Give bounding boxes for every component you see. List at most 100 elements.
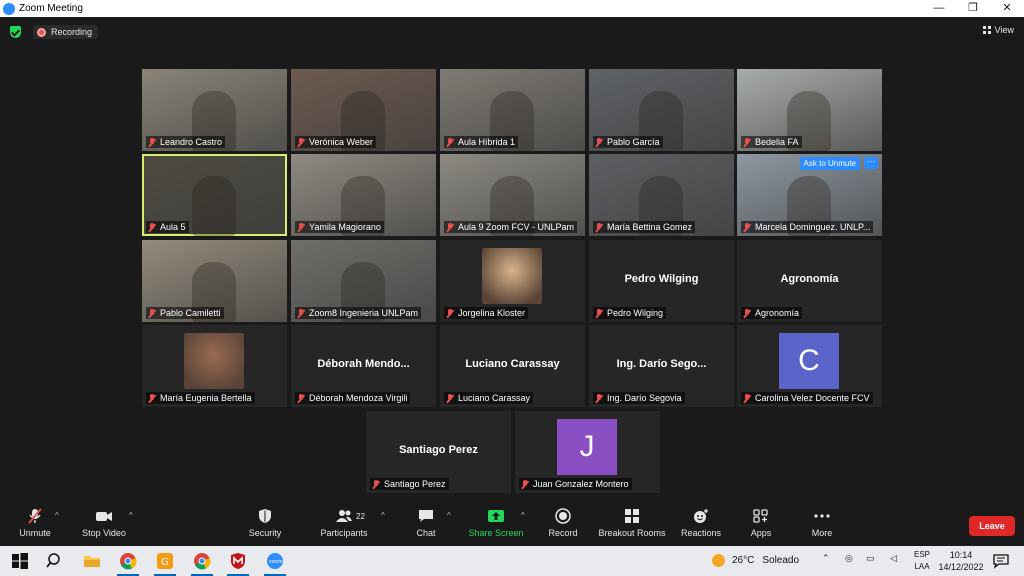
muted-mic-icon — [148, 137, 156, 147]
zoom-logo-icon — [3, 2, 15, 15]
participant-tile[interactable]: Bedelia FA — [737, 69, 882, 151]
search-icon[interactable] — [46, 552, 64, 570]
notifications-icon[interactable] — [993, 553, 1009, 569]
chat-options-chevron-icon[interactable]: ^ — [447, 511, 451, 520]
participant-tile[interactable]: Aula 5 — [142, 154, 287, 236]
participant-tile[interactable]: Zoom8 Ingenieria UNLPam — [291, 240, 436, 322]
chat-bubble-icon — [417, 508, 435, 524]
avatar-initial: C — [779, 333, 839, 389]
participant-name: Aula Híbrida 1 — [458, 137, 516, 147]
video-options-chevron-icon[interactable]: ^ — [129, 511, 133, 520]
tray-chevron-icon[interactable]: ⌃ — [822, 553, 830, 564]
participant-tile[interactable]: Déborah Mendo... Déborah Mendoza Virgili — [291, 325, 436, 407]
participant-name: Carolina Velez Docente FCV — [755, 393, 870, 403]
participant-tile[interactable]: Pedro Wilging Pedro Wilging — [589, 240, 734, 322]
participant-tile[interactable]: María Eugenia Bertella — [142, 325, 287, 407]
ask-to-unmute-button[interactable]: Ask to Unmute — [799, 157, 860, 170]
smiley-icon — [692, 508, 710, 524]
participant-name-label: Ing. Darío Segovia — [593, 392, 685, 404]
participant-tile[interactable]: Aula 9 Zoom FCV - UNLPam — [440, 154, 585, 236]
participant-name: Juan Gonzalez Montero — [533, 479, 629, 489]
leave-button[interactable]: Leave — [969, 516, 1015, 536]
participants-options-chevron-icon[interactable]: ^ — [381, 511, 385, 520]
participant-tile[interactable]: Santiago Perez Santiago Perez — [366, 411, 511, 493]
participant-name: María Bettina Gomez — [607, 222, 693, 232]
breakout-rooms-button[interactable]: Breakout Rooms — [597, 508, 667, 538]
video-camera-icon — [95, 508, 113, 524]
participant-tile[interactable]: Jorgelina Kloster — [440, 240, 585, 322]
breakout-rooms-icon — [623, 508, 641, 524]
participant-tile[interactable]: J Juan Gonzalez Montero — [515, 411, 660, 493]
muted-mic-icon — [743, 222, 751, 232]
recording-indicator[interactable]: Recording — [33, 25, 99, 39]
participant-tile[interactable]: Leandro Castro — [142, 69, 287, 151]
chrome-profile-icon[interactable] — [193, 552, 211, 570]
unmute-label: Unmute — [19, 528, 51, 538]
participant-tile[interactable]: Verónica Weber — [291, 69, 436, 151]
participant-tile[interactable]: María Bettina Gomez — [589, 154, 734, 236]
network-icon[interactable]: ◎ — [845, 553, 853, 564]
participant-name: Déborah Mendoza Virgili — [309, 393, 408, 403]
record-button[interactable]: Record — [528, 508, 598, 538]
unmute-button[interactable]: Unmute — [0, 508, 70, 538]
participant-name-label: Déborah Mendoza Virgili — [295, 392, 411, 404]
view-label: View — [994, 25, 1014, 35]
tile-more-options-button[interactable]: ··· — [864, 157, 878, 169]
participant-tile[interactable]: Pablo Camiletti — [142, 240, 287, 322]
language-indicator[interactable]: ESP LAA — [911, 549, 933, 573]
participant-tile[interactable]: Yamila Magiorano — [291, 154, 436, 236]
participant-name-label: Yamila Magiorano — [295, 221, 384, 233]
participant-name: Jorgelina Kloster — [458, 308, 526, 318]
participants-button[interactable]: Participants — [309, 508, 379, 538]
system-clock[interactable]: 10:14 14/12/2022 — [935, 549, 987, 573]
participant-name-label: Carolina Velez Docente FCV — [741, 392, 873, 404]
participant-name-label: María Eugenia Bertella — [146, 392, 255, 404]
participants-label: Participants — [320, 528, 368, 538]
view-button[interactable]: View — [982, 25, 1014, 35]
muted-mic-icon — [148, 308, 156, 318]
windows-start-icon[interactable] — [11, 552, 29, 570]
more-button[interactable]: More — [787, 508, 857, 538]
participant-name-label: Marcela Dominguez. UNLP... — [741, 221, 874, 233]
participant-name: Pedro Wilging — [607, 308, 664, 318]
svg-text:G: G — [161, 557, 169, 568]
file-explorer-icon[interactable] — [83, 552, 101, 570]
weather-temperature: 26°C — [732, 555, 755, 566]
participant-tile[interactable]: C Carolina Velez Docente FCV — [737, 325, 882, 407]
security-label: Security — [248, 528, 282, 538]
zoom-app-icon[interactable]: zoom — [266, 552, 284, 570]
security-button[interactable]: Security — [230, 508, 300, 538]
participant-tile[interactable]: Ask to Unmute ··· Marcela Dominguez. UNLP.… — [737, 154, 882, 236]
battery-icon[interactable]: ▭ — [866, 553, 875, 564]
participant-name: Luciano Carassay — [458, 393, 531, 403]
participant-name: Pablo García — [607, 137, 660, 147]
participant-tile[interactable]: Pablo García — [589, 69, 734, 151]
participant-name-label: Aula Híbrida 1 — [444, 136, 519, 148]
app-orange-icon[interactable]: G — [156, 552, 174, 570]
restore-icon[interactable]: ❐ — [956, 0, 990, 17]
participant-name-label: Pablo Camiletti — [146, 307, 224, 319]
clock-time: 10:14 — [949, 550, 973, 560]
participant-name-label: Agronomía — [741, 307, 803, 319]
participant-tile[interactable]: Luciano Carassay Luciano Carassay — [440, 325, 585, 407]
chat-label: Chat — [416, 528, 436, 538]
muted-mic-icon — [595, 137, 603, 147]
chrome-icon[interactable] — [119, 552, 137, 570]
participant-tile[interactable]: Agronomía Agronomía — [737, 240, 882, 322]
close-icon[interactable]: ✕ — [990, 0, 1024, 17]
participant-name-label: Aula 9 Zoom FCV - UNLPam — [444, 221, 578, 233]
apps-icon — [752, 508, 770, 524]
participant-name-label: Zoom8 Ingenieria UNLPam — [295, 307, 422, 319]
apps-button[interactable]: Apps — [726, 508, 796, 538]
share-options-chevron-icon[interactable]: ^ — [521, 511, 525, 520]
mcafee-shield-icon[interactable] — [229, 552, 247, 570]
participant-tile[interactable]: Ing. Darío Sego... Ing. Darío Segovia — [589, 325, 734, 407]
audio-options-chevron-icon[interactable]: ^ — [55, 511, 59, 520]
muted-mic-icon — [297, 393, 305, 403]
muted-mic-icon — [743, 137, 751, 147]
volume-icon[interactable]: ◁ — [890, 553, 897, 564]
participant-tile[interactable]: Aula Híbrida 1 — [440, 69, 585, 151]
minimize-icon[interactable]: — — [922, 0, 956, 17]
shield-icon[interactable] — [10, 26, 21, 38]
weather-widget[interactable]: 26°C Soleado — [712, 554, 799, 567]
